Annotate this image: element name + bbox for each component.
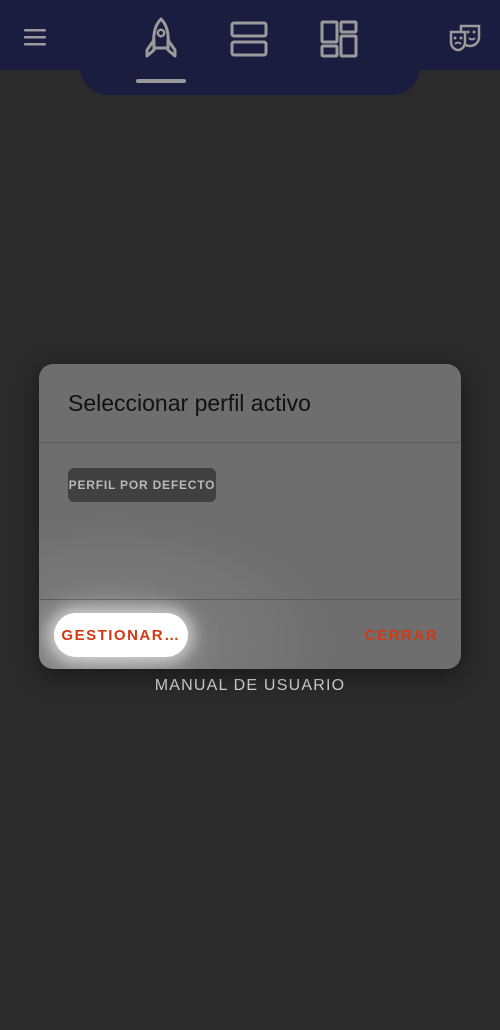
rocket-icon[interactable] — [140, 14, 182, 62]
dialog-divider-bottom — [39, 599, 461, 600]
grid-icon[interactable] — [318, 18, 360, 60]
active-tab-indicator — [136, 79, 186, 83]
dialog-title: Seleccionar perfil activo — [68, 390, 311, 416]
select-profile-dialog: Seleccionar perfil activo PERFIL POR DEF… — [39, 364, 461, 669]
menu-icon[interactable] — [20, 22, 50, 52]
manage-button[interactable]: GESTIONAR… — [54, 613, 188, 657]
close-button[interactable]: CERRAR — [354, 613, 449, 657]
user-manual-link[interactable]: MANUAL DE USUARIO — [0, 677, 500, 695]
profile-chip-default[interactable]: PERFIL POR DEFECTO — [68, 468, 216, 502]
masks-icon[interactable] — [448, 22, 482, 54]
rows-icon[interactable] — [228, 18, 270, 60]
dialog-divider-top — [39, 442, 461, 443]
